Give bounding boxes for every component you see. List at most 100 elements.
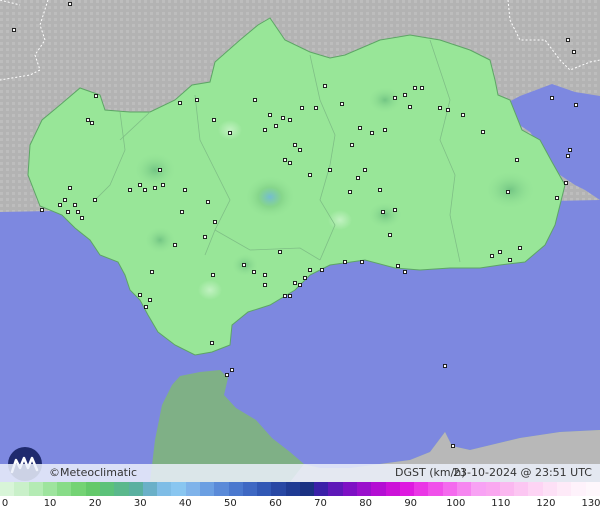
station-marker-icon[interactable] — [490, 254, 494, 258]
station-marker-icon[interactable] — [303, 276, 307, 280]
station-marker-icon[interactable] — [173, 243, 177, 247]
station-marker-icon[interactable] — [143, 188, 147, 192]
station-marker-icon[interactable] — [293, 143, 297, 147]
station-marker-icon[interactable] — [314, 106, 318, 110]
station-marker-icon[interactable] — [328, 168, 332, 172]
station-marker-icon[interactable] — [230, 368, 234, 372]
station-marker-icon[interactable] — [572, 50, 576, 54]
station-marker-icon[interactable] — [381, 210, 385, 214]
station-marker-icon[interactable] — [63, 198, 67, 202]
station-marker-icon[interactable] — [308, 268, 312, 272]
station-marker-icon[interactable] — [161, 183, 165, 187]
station-marker-icon[interactable] — [225, 373, 229, 377]
station-marker-icon[interactable] — [128, 188, 132, 192]
station-marker-icon[interactable] — [308, 173, 312, 177]
station-marker-icon[interactable] — [12, 28, 16, 32]
station-marker-icon[interactable] — [263, 128, 267, 132]
station-marker-icon[interactable] — [90, 121, 94, 125]
station-marker-icon[interactable] — [252, 270, 256, 274]
station-marker-icon[interactable] — [138, 183, 142, 187]
station-marker-icon[interactable] — [212, 118, 216, 122]
station-marker-icon[interactable] — [574, 103, 578, 107]
station-marker-icon[interactable] — [356, 176, 360, 180]
station-marker-icon[interactable] — [323, 84, 327, 88]
station-marker-icon[interactable] — [40, 208, 44, 212]
station-marker-icon[interactable] — [94, 94, 98, 98]
station-marker-icon[interactable] — [158, 168, 162, 172]
station-marker-icon[interactable] — [288, 161, 292, 165]
station-marker-icon[interactable] — [555, 196, 559, 200]
station-marker-icon[interactable] — [66, 210, 70, 214]
station-marker-icon[interactable] — [360, 260, 364, 264]
station-marker-icon[interactable] — [413, 86, 417, 90]
station-marker-icon[interactable] — [80, 216, 84, 220]
station-marker-icon[interactable] — [144, 305, 148, 309]
station-marker-icon[interactable] — [242, 263, 246, 267]
station-marker-icon[interactable] — [263, 283, 267, 287]
station-marker-icon[interactable] — [150, 270, 154, 274]
station-marker-icon[interactable] — [451, 444, 455, 448]
station-marker-icon[interactable] — [348, 190, 352, 194]
station-marker-icon[interactable] — [461, 113, 465, 117]
station-marker-icon[interactable] — [298, 148, 302, 152]
station-marker-icon[interactable] — [358, 126, 362, 130]
station-marker-icon[interactable] — [183, 188, 187, 192]
station-marker-icon[interactable] — [148, 298, 152, 302]
station-marker-icon[interactable] — [283, 294, 287, 298]
station-marker-icon[interactable] — [76, 210, 80, 214]
station-marker-icon[interactable] — [213, 220, 217, 224]
map-viewport[interactable]: ©Meteoclimatic DGST (km/h) 23-10-2024 @ … — [0, 0, 600, 517]
station-marker-icon[interactable] — [393, 208, 397, 212]
station-marker-icon[interactable] — [396, 264, 400, 268]
station-marker-icon[interactable] — [253, 98, 257, 102]
station-marker-icon[interactable] — [68, 186, 72, 190]
station-marker-icon[interactable] — [508, 258, 512, 262]
station-marker-icon[interactable] — [268, 113, 272, 117]
station-marker-icon[interactable] — [206, 200, 210, 204]
station-marker-icon[interactable] — [383, 128, 387, 132]
station-marker-icon[interactable] — [274, 124, 278, 128]
station-marker-icon[interactable] — [73, 203, 77, 207]
station-marker-icon[interactable] — [281, 116, 285, 120]
station-marker-icon[interactable] — [340, 102, 344, 106]
station-marker-icon[interactable] — [446, 108, 450, 112]
station-marker-icon[interactable] — [180, 210, 184, 214]
station-marker-icon[interactable] — [203, 235, 207, 239]
station-marker-icon[interactable] — [228, 131, 232, 135]
station-marker-icon[interactable] — [288, 294, 292, 298]
station-marker-icon[interactable] — [210, 341, 214, 345]
brand-credit[interactable]: ©Meteoclimatic — [49, 466, 137, 479]
station-marker-icon[interactable] — [498, 250, 502, 254]
station-marker-icon[interactable] — [153, 186, 157, 190]
station-marker-icon[interactable] — [438, 106, 442, 110]
station-marker-icon[interactable] — [393, 96, 397, 100]
station-marker-icon[interactable] — [343, 260, 347, 264]
station-marker-icon[interactable] — [566, 38, 570, 42]
station-marker-icon[interactable] — [370, 131, 374, 135]
station-marker-icon[interactable] — [408, 105, 412, 109]
station-marker-icon[interactable] — [378, 188, 382, 192]
station-marker-icon[interactable] — [350, 143, 354, 147]
station-marker-icon[interactable] — [138, 293, 142, 297]
station-marker-icon[interactable] — [320, 268, 324, 272]
station-marker-icon[interactable] — [443, 364, 447, 368]
station-marker-icon[interactable] — [363, 168, 367, 172]
station-marker-icon[interactable] — [388, 233, 392, 237]
station-marker-icon[interactable] — [58, 203, 62, 207]
station-marker-icon[interactable] — [518, 246, 522, 250]
station-marker-icon[interactable] — [564, 181, 568, 185]
station-marker-icon[interactable] — [403, 270, 407, 274]
station-marker-icon[interactable] — [481, 130, 485, 134]
station-marker-icon[interactable] — [403, 93, 407, 97]
station-marker-icon[interactable] — [298, 283, 302, 287]
station-marker-icon[interactable] — [278, 250, 282, 254]
station-marker-icon[interactable] — [293, 281, 297, 285]
station-marker-icon[interactable] — [211, 273, 215, 277]
station-marker-icon[interactable] — [568, 148, 572, 152]
station-marker-icon[interactable] — [263, 273, 267, 277]
station-marker-icon[interactable] — [566, 154, 570, 158]
station-marker-icon[interactable] — [86, 118, 90, 122]
station-marker-icon[interactable] — [283, 158, 287, 162]
station-marker-icon[interactable] — [550, 96, 554, 100]
station-marker-icon[interactable] — [515, 158, 519, 162]
